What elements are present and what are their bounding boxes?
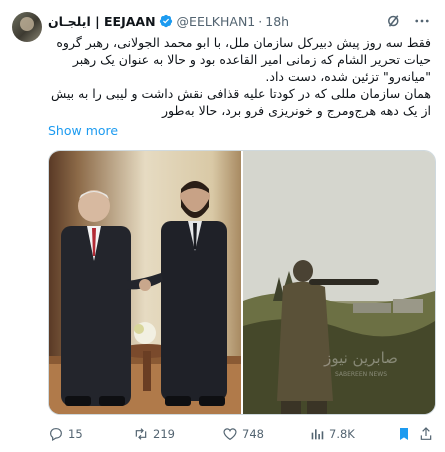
verified-badge-icon	[159, 14, 172, 28]
more-options-icon[interactable]	[413, 12, 431, 30]
views-count: 7.8K	[329, 427, 355, 441]
bookmark-icon	[400, 428, 408, 440]
avatar[interactable]	[12, 12, 42, 42]
reply-icon	[50, 428, 62, 442]
separator-dot: ·	[258, 13, 263, 29]
media-gallery[interactable]: صابرین نیوز SABEREEN NEWS	[48, 150, 436, 415]
share-icon	[420, 427, 432, 440]
soldier-photo-drawing: صابرین نیوز SABEREEN NEWS	[243, 151, 435, 414]
handshake-photo-drawing	[49, 151, 241, 414]
handshake-photo[interactable]	[49, 151, 241, 414]
repost-button[interactable]: 219	[133, 424, 175, 444]
tweet-text: فقط سه روز پیش دبیرکل سازمان ملل، با ابو…	[48, 34, 431, 119]
share-button[interactable]	[418, 424, 434, 444]
grok-icon[interactable]	[385, 12, 403, 30]
like-button[interactable]: 748	[222, 424, 264, 444]
watermark-text: صابرین نیوز	[323, 349, 398, 367]
tweet-header: ایلجـان | EEJAAN @EELKHAN1 · 18h	[48, 10, 431, 32]
repost-count: 219	[153, 427, 175, 441]
like-count: 748	[242, 427, 264, 441]
soldier-photo[interactable]: صابرین نیوز SABEREEN NEWS	[243, 151, 435, 414]
watermark-subtext: SABEREEN NEWS	[335, 371, 387, 378]
reply-button[interactable]: 15	[48, 424, 83, 444]
repost-icon	[135, 428, 147, 440]
tweet-paragraph-1: فقط سه روز پیش دبیرکل سازمان ملل، با ابو…	[56, 35, 431, 84]
handle[interactable]: @EELKHAN1	[177, 14, 256, 29]
tweet-paragraph-2: همان سازمان مللی که در کودتا علیه قذافی …	[50, 86, 431, 118]
tweet[interactable]: ایلجـان | EEJAAN @EELKHAN1 · 18h فقط سه …	[0, 0, 445, 452]
reply-count: 15	[68, 427, 83, 441]
heart-icon	[223, 428, 237, 441]
views-chart-icon	[311, 429, 324, 440]
display-name[interactable]: ایلجـان | EEJAAN	[48, 14, 156, 29]
action-bar: 15 219 748 7.8K	[48, 424, 434, 444]
views-button[interactable]: 7.8K	[309, 424, 355, 444]
show-more-link[interactable]: Show more	[48, 123, 118, 138]
bookmark-button[interactable]	[396, 424, 412, 444]
timestamp[interactable]: 18h	[265, 14, 289, 29]
